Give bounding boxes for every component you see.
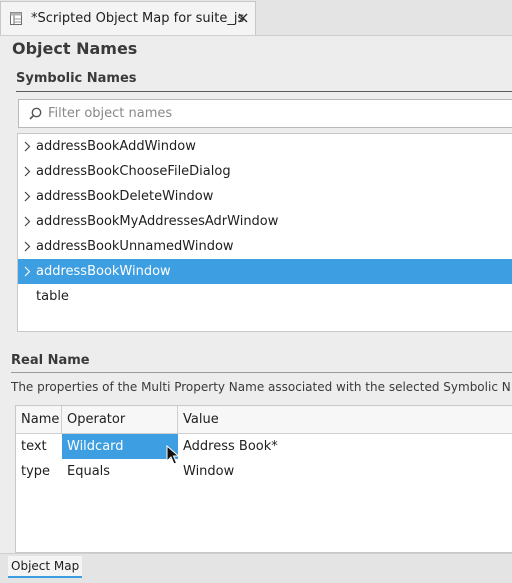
tree-item-label: addressBookMyAddressesAdrWindow — [36, 214, 279, 229]
chevron-right-icon[interactable] — [22, 216, 32, 227]
property-name-cell[interactable]: type — [16, 459, 62, 484]
symbolic-names-divider — [16, 91, 512, 92]
tree-item-label: addressBookUnnamedWindow — [36, 239, 234, 254]
tree-item-addressBookWindow[interactable]: addressBookWindow — [18, 259, 512, 284]
chevron-right-icon[interactable] — [22, 141, 32, 152]
tree-item-label: addressBookChooseFileDialog — [36, 164, 231, 179]
chevron-right-icon[interactable] — [22, 241, 32, 252]
object-map-icon — [10, 12, 22, 25]
property-value-cell[interactable]: Window — [178, 459, 512, 484]
property-table: Name Operator Value text Wildcard Addres… — [15, 405, 512, 553]
property-operator-cell[interactable]: Equals — [62, 459, 178, 484]
tree-item-label: addressBookDeleteWindow — [36, 189, 214, 204]
editor-tab-strip: *Scripted Object Map for suite_js — [0, 0, 512, 36]
real-name-label: Real Name — [11, 353, 90, 368]
property-operator-cell[interactable]: Wildcard — [62, 434, 178, 459]
table-row[interactable]: text Wildcard Address Book* — [16, 434, 512, 459]
tab-object-map[interactable]: Object Map — [8, 556, 83, 578]
mouse-pointer-icon — [166, 445, 179, 465]
table-row[interactable]: type Equals Window — [16, 459, 512, 484]
tree-item-addressBookAddWindow[interactable]: addressBookAddWindow — [18, 134, 512, 159]
filter-input[interactable] — [48, 103, 508, 124]
tree-item-addressBookDeleteWindow[interactable]: addressBookDeleteWindow — [18, 184, 512, 209]
chevron-right-icon[interactable] — [22, 266, 32, 277]
tree-item-addressBookUnnamedWindow[interactable]: addressBookUnnamedWindow — [18, 234, 512, 259]
bottom-tab-bar: Object Map — [0, 553, 512, 583]
search-icon — [29, 107, 42, 120]
tree-item-label: addressBookAddWindow — [36, 139, 196, 154]
chevron-right-icon[interactable] — [22, 191, 32, 202]
symbolic-names-tree: addressBookAddWindow addressBookChooseFi… — [17, 133, 512, 332]
property-value-cell[interactable]: Address Book* — [178, 434, 512, 459]
chevron-right-icon[interactable] — [22, 166, 32, 177]
table-header: Name Operator Value — [16, 406, 512, 434]
filter-box — [18, 99, 512, 128]
page-title: Object Names — [12, 39, 138, 58]
tree-item-label: table — [36, 289, 69, 304]
editor-tab-title: *Scripted Object Map for suite_js — [31, 11, 245, 26]
tree-item-table[interactable]: table — [18, 284, 512, 309]
column-header-name[interactable]: Name — [16, 406, 62, 433]
column-header-value[interactable]: Value — [178, 406, 512, 433]
property-name-cell[interactable]: text — [16, 434, 62, 459]
real-name-divider — [11, 372, 512, 373]
tree-item-addressBookChooseFileDialog[interactable]: addressBookChooseFileDialog — [18, 159, 512, 184]
column-header-operator[interactable]: Operator — [62, 406, 178, 433]
close-icon[interactable] — [236, 11, 250, 25]
symbolic-names-label: Symbolic Names — [16, 71, 137, 86]
tree-item-addressBookMyAddressesAdrWindow[interactable]: addressBookMyAddressesAdrWindow — [18, 209, 512, 234]
tree-item-label: addressBookWindow — [36, 264, 171, 279]
editor-tab[interactable]: *Scripted Object Map for suite_js — [0, 1, 256, 35]
real-name-description: The properties of the Multi Property Nam… — [11, 380, 511, 394]
